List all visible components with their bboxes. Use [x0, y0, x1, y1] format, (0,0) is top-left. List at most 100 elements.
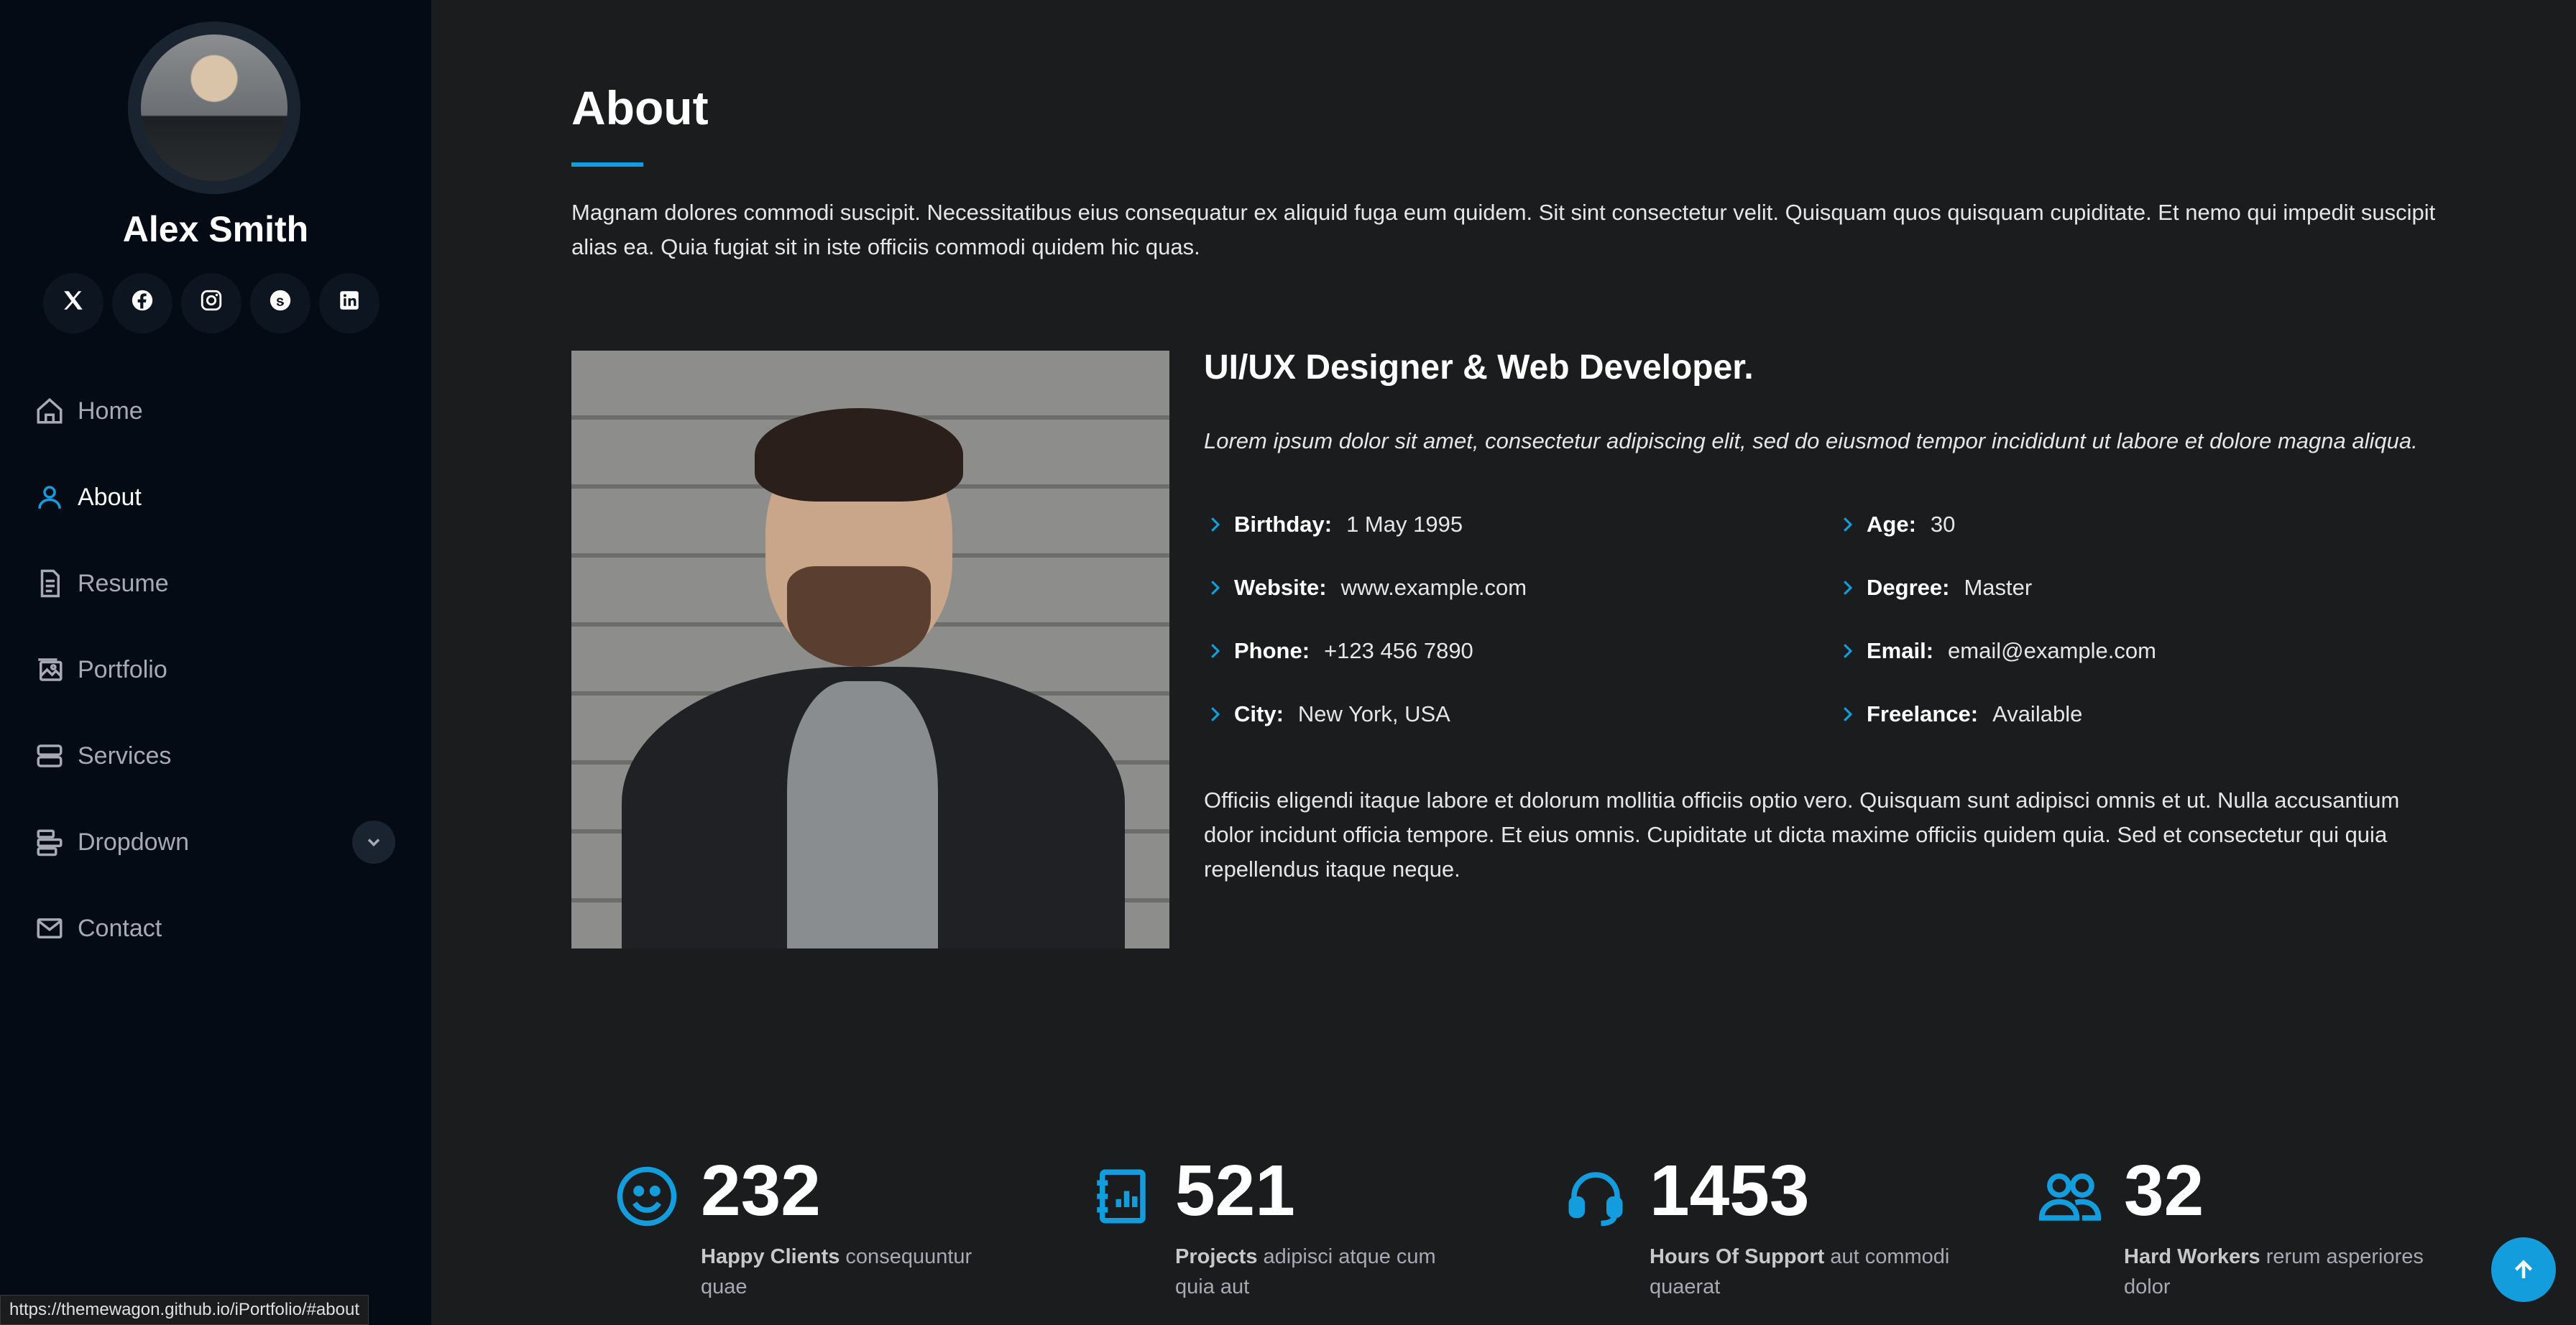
fact-item: Phone: +123 456 7890: [1204, 619, 1836, 683]
hdd-stack-icon: [34, 741, 65, 771]
nav-item-services[interactable]: Services: [0, 713, 431, 799]
fact-key: Degree:: [1867, 575, 1950, 600]
fact-key: Phone:: [1234, 638, 1310, 663]
stat-number: 32: [2124, 1150, 2204, 1231]
nav-item-home[interactable]: Home: [0, 368, 431, 454]
skype-link[interactable]: [250, 273, 310, 333]
stat-label: Hours Of Support: [1650, 1245, 1825, 1268]
stat-number: 1453: [1650, 1150, 1810, 1231]
stat-happy-clients: 232 Happy Clients consequuntur quae: [615, 1150, 1046, 1325]
journal-icon: [1089, 1164, 1154, 1229]
fact-value: 1 May 1995: [1346, 512, 1463, 537]
social-links: [43, 273, 388, 333]
nav-item-label: Resume: [78, 569, 169, 597]
stat-number: 232: [701, 1150, 821, 1231]
photo-shirt: [787, 681, 938, 948]
linkedin-icon: [337, 288, 362, 318]
nav-item-label: Portfolio: [78, 655, 167, 683]
nav-item-dropdown[interactable]: Dropdown: [0, 799, 431, 885]
people-icon: [2038, 1164, 2102, 1229]
link-status-bar: https://themewagon.github.io/iPortfolio/…: [0, 1295, 369, 1325]
facts-list: Birthday: 1 May 1995 Age: 30 Website: ww…: [1204, 493, 2440, 746]
skype-icon: [268, 288, 293, 318]
avatar: [128, 22, 300, 194]
intro-text: Magnam dolores commodi suscipit. Necessi…: [571, 200, 2436, 259]
fact-value: email@example.com: [1948, 638, 2156, 663]
photo-hair: [755, 408, 963, 502]
fact-item: Freelance: Available: [1836, 683, 2440, 746]
avatar-image: [141, 34, 288, 181]
title-underline: [571, 162, 643, 167]
nav-item-portfolio[interactable]: Portfolio: [0, 627, 431, 713]
x-link[interactable]: [43, 273, 104, 333]
fact-key: City:: [1234, 701, 1284, 726]
fact-key: Website:: [1234, 575, 1327, 600]
fact-key: Birthday:: [1234, 512, 1333, 537]
fact-item: Email: email@example.com: [1836, 619, 2440, 683]
nav-item-label: Dropdown: [78, 828, 189, 856]
chevron-right-icon: [1836, 703, 1858, 725]
stat-number: 521: [1175, 1150, 1295, 1231]
emoji-smile-icon: [615, 1164, 679, 1229]
stat-label: Projects: [1175, 1245, 1258, 1268]
images-icon: [34, 655, 65, 685]
sidebar: Alex Smith Home About Resume Portfolio S…: [0, 0, 431, 1325]
fact-value: New York, USA: [1297, 701, 1450, 726]
nav-item-label: About: [78, 483, 142, 511]
fact-key: Freelance:: [1867, 701, 1979, 726]
file-text-icon: [34, 568, 65, 599]
stat-hours-of-support: 1453 Hours Of Support aut commodi quaera…: [1563, 1150, 1995, 1325]
menu-icon: [34, 827, 65, 857]
fact-value: www.example.com: [1340, 575, 1527, 600]
role-heading: UI/UX Designer & Web Developer.: [1204, 348, 1754, 387]
headset-icon: [1563, 1164, 1628, 1229]
fact-item: Age: 30: [1836, 493, 2440, 556]
fact-item: Degree: Master: [1836, 556, 2440, 619]
stat-description: Hours Of Support aut commodi quaerat: [1650, 1242, 1951, 1302]
fact-item: Birthday: 1 May 1995: [1204, 493, 1836, 556]
stat-description: Projects adipisci atque cum quia aut: [1175, 1242, 1477, 1302]
nav-menu: Home About Resume Portfolio Services Dro…: [0, 368, 431, 971]
tagline: Lorem ipsum dolor sit amet, consectetur …: [1204, 428, 2418, 453]
stat-description: Hard Workers rerum asperiores dolor: [2124, 1242, 2426, 1302]
nav-item-resume[interactable]: Resume: [0, 540, 431, 627]
facebook-link[interactable]: [112, 273, 172, 333]
back-to-top-button[interactable]: [2491, 1237, 2556, 1302]
stat-label: Hard Workers: [2124, 1245, 2260, 1268]
linkedin-link[interactable]: [319, 273, 380, 333]
person-icon: [34, 482, 65, 512]
chevron-right-icon: [1836, 514, 1858, 535]
instagram-icon: [199, 288, 224, 318]
fact-key: Age:: [1867, 512, 1916, 537]
chevron-right-icon: [1836, 577, 1858, 599]
stat-hard-workers: 32 Hard Workers rerum asperiores dolor: [2038, 1150, 2469, 1325]
fact-value: Available: [1992, 701, 2083, 726]
chevron-right-icon: [1204, 514, 1225, 535]
nav-item-contact[interactable]: Contact: [0, 885, 431, 971]
photo-beard: [787, 566, 931, 667]
stats-section: 232 Happy Clients consequuntur quae 521 …: [615, 1150, 2483, 1325]
house-icon: [34, 396, 65, 426]
nav-item-label: Contact: [78, 914, 162, 942]
fact-key: Email:: [1867, 638, 1934, 663]
stat-label: Happy Clients: [701, 1245, 840, 1268]
nav-item-about[interactable]: About: [0, 454, 431, 540]
arrow-up-icon: [2514, 1260, 2533, 1278]
fact-value: Master: [1964, 575, 2033, 600]
fact-value: 30: [1930, 512, 1956, 537]
profile-name: Alex Smith: [122, 209, 309, 249]
chevron-right-icon: [1204, 640, 1225, 662]
chevron-right-icon: [1204, 577, 1225, 599]
page-title: About: [571, 81, 709, 134]
chevron-down-icon: [367, 839, 380, 846]
chevron-right-icon: [1204, 703, 1225, 725]
stat-projects: 521 Projects adipisci atque cum quia aut: [1089, 1150, 1520, 1325]
fact-item: Website: www.example.com: [1204, 556, 1836, 619]
nav-item-label: Services: [78, 742, 172, 770]
chevron-right-icon: [1836, 640, 1858, 662]
instagram-link[interactable]: [181, 273, 242, 333]
fact-item: City: New York, USA: [1204, 683, 1836, 746]
dropdown-toggle[interactable]: [352, 821, 395, 864]
x-icon: [61, 288, 86, 318]
nav-item-label: Home: [78, 397, 143, 425]
